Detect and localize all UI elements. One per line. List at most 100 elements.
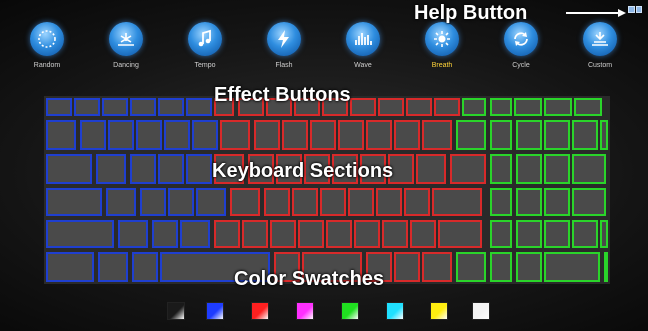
key-right-section[interactable]	[456, 120, 486, 150]
key-right-section[interactable]	[490, 220, 512, 248]
key-center-section[interactable]	[338, 120, 364, 150]
key-left-section[interactable]	[192, 120, 218, 150]
key-center-section[interactable]	[394, 252, 420, 282]
key-left-section[interactable]	[46, 252, 94, 282]
key-left-section[interactable]	[46, 120, 76, 150]
key-right-section[interactable]	[490, 98, 512, 116]
key-right-section[interactable]	[604, 252, 608, 282]
key-left-section[interactable]	[74, 98, 100, 116]
key-left-section[interactable]	[108, 120, 134, 150]
color-swatch-yellow[interactable]	[430, 302, 448, 320]
color-swatch-red[interactable]	[251, 302, 269, 320]
key-right-section[interactable]	[544, 120, 570, 150]
key-left-section[interactable]	[158, 154, 184, 184]
key-center-section[interactable]	[378, 98, 404, 116]
key-center-section[interactable]	[432, 188, 482, 216]
key-center-section[interactable]	[350, 98, 376, 116]
key-left-section[interactable]	[164, 120, 190, 150]
key-right-section[interactable]	[572, 188, 606, 216]
key-left-section[interactable]	[186, 154, 212, 184]
key-center-section[interactable]	[438, 220, 482, 248]
key-left-section[interactable]	[46, 154, 92, 184]
color-swatch-magenta[interactable]	[296, 302, 314, 320]
key-right-section[interactable]	[544, 154, 570, 184]
key-center-section[interactable]	[220, 120, 250, 150]
key-center-section[interactable]	[354, 220, 380, 248]
key-center-section[interactable]	[348, 188, 374, 216]
key-center-section[interactable]	[450, 154, 486, 184]
key-left-section[interactable]	[106, 188, 136, 216]
key-right-section[interactable]	[572, 120, 598, 150]
key-left-section[interactable]	[186, 98, 212, 116]
key-left-section[interactable]	[180, 220, 210, 248]
key-center-section[interactable]	[242, 220, 268, 248]
key-right-section[interactable]	[514, 98, 542, 116]
key-right-section[interactable]	[544, 220, 570, 248]
key-right-section[interactable]	[544, 98, 572, 116]
color-swatch-cyan[interactable]	[386, 302, 404, 320]
color-swatch-black[interactable]	[167, 302, 185, 320]
effect-button-cycle[interactable]: Cycle	[490, 22, 552, 69]
key-left-section[interactable]	[80, 120, 106, 150]
effect-button-breath[interactable]: Breath	[411, 22, 473, 69]
key-center-section[interactable]	[410, 220, 436, 248]
key-center-section[interactable]	[434, 98, 460, 116]
key-left-section[interactable]	[46, 98, 72, 116]
key-center-section[interactable]	[326, 220, 352, 248]
help-button[interactable]	[628, 6, 642, 13]
color-swatch-blue[interactable]	[206, 302, 224, 320]
key-right-section[interactable]	[490, 252, 512, 282]
key-left-section[interactable]	[152, 220, 178, 248]
key-left-section[interactable]	[130, 154, 156, 184]
key-right-section[interactable]	[462, 98, 486, 116]
key-right-section[interactable]	[600, 120, 608, 150]
key-right-section[interactable]	[456, 252, 486, 282]
key-center-section[interactable]	[292, 188, 318, 216]
key-left-section[interactable]	[46, 188, 102, 216]
key-left-section[interactable]	[196, 188, 226, 216]
key-left-section[interactable]	[158, 98, 184, 116]
key-center-section[interactable]	[264, 188, 290, 216]
key-right-section[interactable]	[516, 220, 542, 248]
key-center-section[interactable]	[376, 188, 402, 216]
key-right-section[interactable]	[572, 220, 598, 248]
key-right-section[interactable]	[516, 188, 542, 216]
key-right-section[interactable]	[490, 154, 512, 184]
key-left-section[interactable]	[96, 154, 126, 184]
effect-button-random[interactable]: Random	[16, 22, 78, 69]
key-right-section[interactable]	[544, 252, 600, 282]
key-center-section[interactable]	[254, 120, 280, 150]
key-center-section[interactable]	[230, 188, 260, 216]
effect-button-dancing[interactable]: Dancing	[95, 22, 157, 69]
color-swatch-white[interactable]	[472, 302, 490, 320]
effect-button-flash[interactable]: Flash	[253, 22, 315, 69]
effect-button-tempo[interactable]: Tempo	[174, 22, 236, 69]
key-center-section[interactable]	[422, 120, 452, 150]
key-center-section[interactable]	[366, 120, 392, 150]
key-center-section[interactable]	[394, 120, 420, 150]
effect-button-custom[interactable]: Custom	[569, 22, 631, 69]
key-right-section[interactable]	[490, 120, 512, 150]
color-swatch-green[interactable]	[341, 302, 359, 320]
key-right-section[interactable]	[600, 220, 608, 248]
key-center-section[interactable]	[270, 220, 296, 248]
key-right-section[interactable]	[516, 154, 542, 184]
key-left-section[interactable]	[168, 188, 194, 216]
key-right-section[interactable]	[572, 154, 606, 184]
key-center-section[interactable]	[406, 98, 432, 116]
key-center-section[interactable]	[214, 220, 240, 248]
key-right-section[interactable]	[516, 252, 542, 282]
key-center-section[interactable]	[416, 154, 446, 184]
key-center-section[interactable]	[404, 188, 430, 216]
key-center-section[interactable]	[382, 220, 408, 248]
key-center-section[interactable]	[320, 188, 346, 216]
key-right-section[interactable]	[574, 98, 602, 116]
key-left-section[interactable]	[132, 252, 158, 282]
key-left-section[interactable]	[118, 220, 148, 248]
key-center-section[interactable]	[298, 220, 324, 248]
key-left-section[interactable]	[102, 98, 128, 116]
key-right-section[interactable]	[490, 188, 512, 216]
key-right-section[interactable]	[516, 120, 542, 150]
key-center-section[interactable]	[282, 120, 308, 150]
effect-button-wave[interactable]: Wave	[332, 22, 394, 69]
